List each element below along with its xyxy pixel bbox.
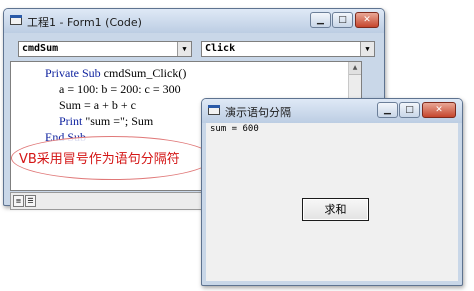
- code-line: Sum = a + b + c: [59, 98, 136, 112]
- object-combo[interactable]: cmdSum ▼: [18, 41, 192, 57]
- code-line: a = 100: b = 200: c = 300: [59, 82, 181, 96]
- form-window-icon: [208, 105, 220, 115]
- chevron-down-icon[interactable]: ▼: [360, 42, 374, 56]
- form-client-area: sum = 600 求和: [206, 123, 458, 281]
- run-form-title: 演示语句分隔: [225, 106, 291, 119]
- code-line: Private Sub cmdSum_Click(): [45, 66, 187, 80]
- run-form-window: 演示语句分隔 ▁ □ ✕ sum = 600 求和: [201, 98, 463, 286]
- chevron-down-icon[interactable]: ▼: [177, 42, 191, 56]
- minimize-button[interactable]: ▁: [377, 102, 398, 118]
- close-button[interactable]: ✕: [355, 12, 379, 28]
- code-window-title: 工程1 - Form1 (Code): [27, 16, 142, 29]
- sum-button[interactable]: 求和: [302, 198, 369, 221]
- code-window-titlebar[interactable]: 工程1 - Form1 (Code) ▁ □ ✕: [4, 9, 384, 33]
- annotation-text: VB采用冒号作为语句分隔符: [19, 152, 180, 167]
- minimize-button[interactable]: ▁: [310, 12, 331, 28]
- maximize-button[interactable]: □: [399, 102, 420, 118]
- code-line: Print "sum ="; Sum: [59, 114, 154, 128]
- close-button[interactable]: ✕: [422, 102, 456, 118]
- procedure-combo[interactable]: Click ▼: [201, 41, 375, 57]
- print-output: sum = 600: [210, 124, 259, 134]
- code-window-icon: [10, 15, 22, 25]
- maximize-button[interactable]: □: [332, 12, 353, 28]
- object-combo-value: cmdSum: [22, 43, 59, 54]
- scroll-up-icon[interactable]: ▲: [349, 62, 361, 75]
- procedure-view-icon[interactable]: ≡: [13, 195, 24, 207]
- procedure-combo-value: Click: [205, 43, 236, 54]
- full-module-view-icon[interactable]: ☰: [25, 195, 36, 207]
- run-form-titlebar[interactable]: 演示语句分隔 ▁ □ ✕: [202, 99, 462, 123]
